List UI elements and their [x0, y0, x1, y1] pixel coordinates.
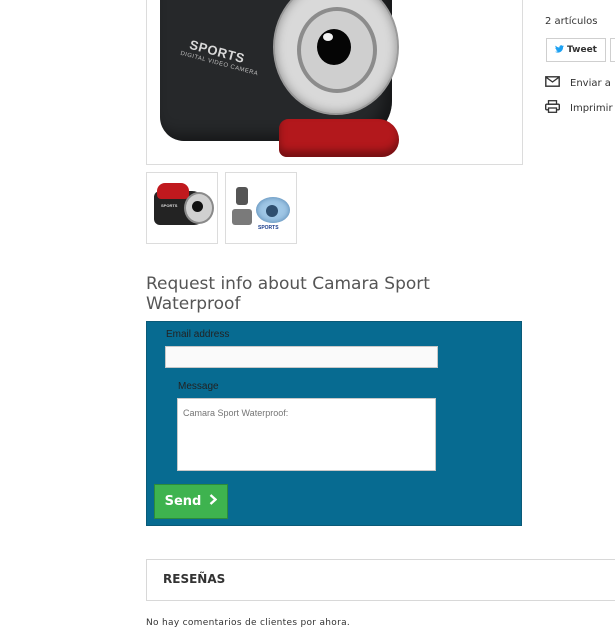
send-button[interactable]: Send [154, 484, 228, 519]
tweet-label: Tweet [567, 45, 597, 55]
thumb-accessory-mount [236, 187, 248, 205]
reviews-tab[interactable]: RESEÑAS [146, 559, 615, 601]
camera-lens-center [317, 29, 351, 65]
product-thumbnail-1[interactable]: SPORTS [146, 172, 218, 244]
cart-count: 2 artículos [545, 16, 598, 27]
email-label: Email address [166, 329, 230, 340]
send-label: Send [164, 494, 202, 509]
product-thumbnail-2[interactable]: SPORTS [225, 172, 297, 244]
no-reviews-text: No hay comentarios de clientes por ahora… [146, 618, 351, 628]
print-label: Imprimir [570, 102, 613, 114]
envelope-icon [545, 76, 560, 90]
camera-lens-glint [323, 33, 333, 41]
send-to-friend-link[interactable]: Enviar a [545, 76, 611, 90]
request-info-title: Request info about Camara Sport Waterpro… [146, 274, 430, 314]
message-textarea[interactable] [177, 398, 436, 471]
request-info-form: Email address Message Send [146, 321, 522, 526]
product-main-image[interactable]: SPORTS DIGITAL VIDEO CAMERA [146, 0, 523, 165]
thumb-logo-text: SPORTS [258, 225, 279, 231]
thumb-accessory-lens [266, 205, 278, 217]
email-field[interactable] [165, 346, 438, 368]
camera-red-accent [279, 119, 399, 157]
tweet-button[interactable]: Tweet [546, 38, 606, 62]
thumb-camera-red [157, 183, 189, 199]
message-label: Message [178, 381, 219, 392]
print-link[interactable]: Imprimir [544, 100, 613, 116]
thumb-brand-text: SPORTS [161, 203, 178, 208]
twitter-icon [555, 44, 564, 56]
chevron-right-icon [209, 494, 218, 509]
thumb-accessory-clip [232, 209, 252, 225]
send-to-friend-label: Enviar a [570, 77, 611, 89]
thumb-camera-lens-center [192, 201, 203, 212]
printer-icon [544, 100, 561, 116]
share-button-partial[interactable] [610, 38, 615, 62]
reviews-title: RESEÑAS [163, 572, 226, 586]
